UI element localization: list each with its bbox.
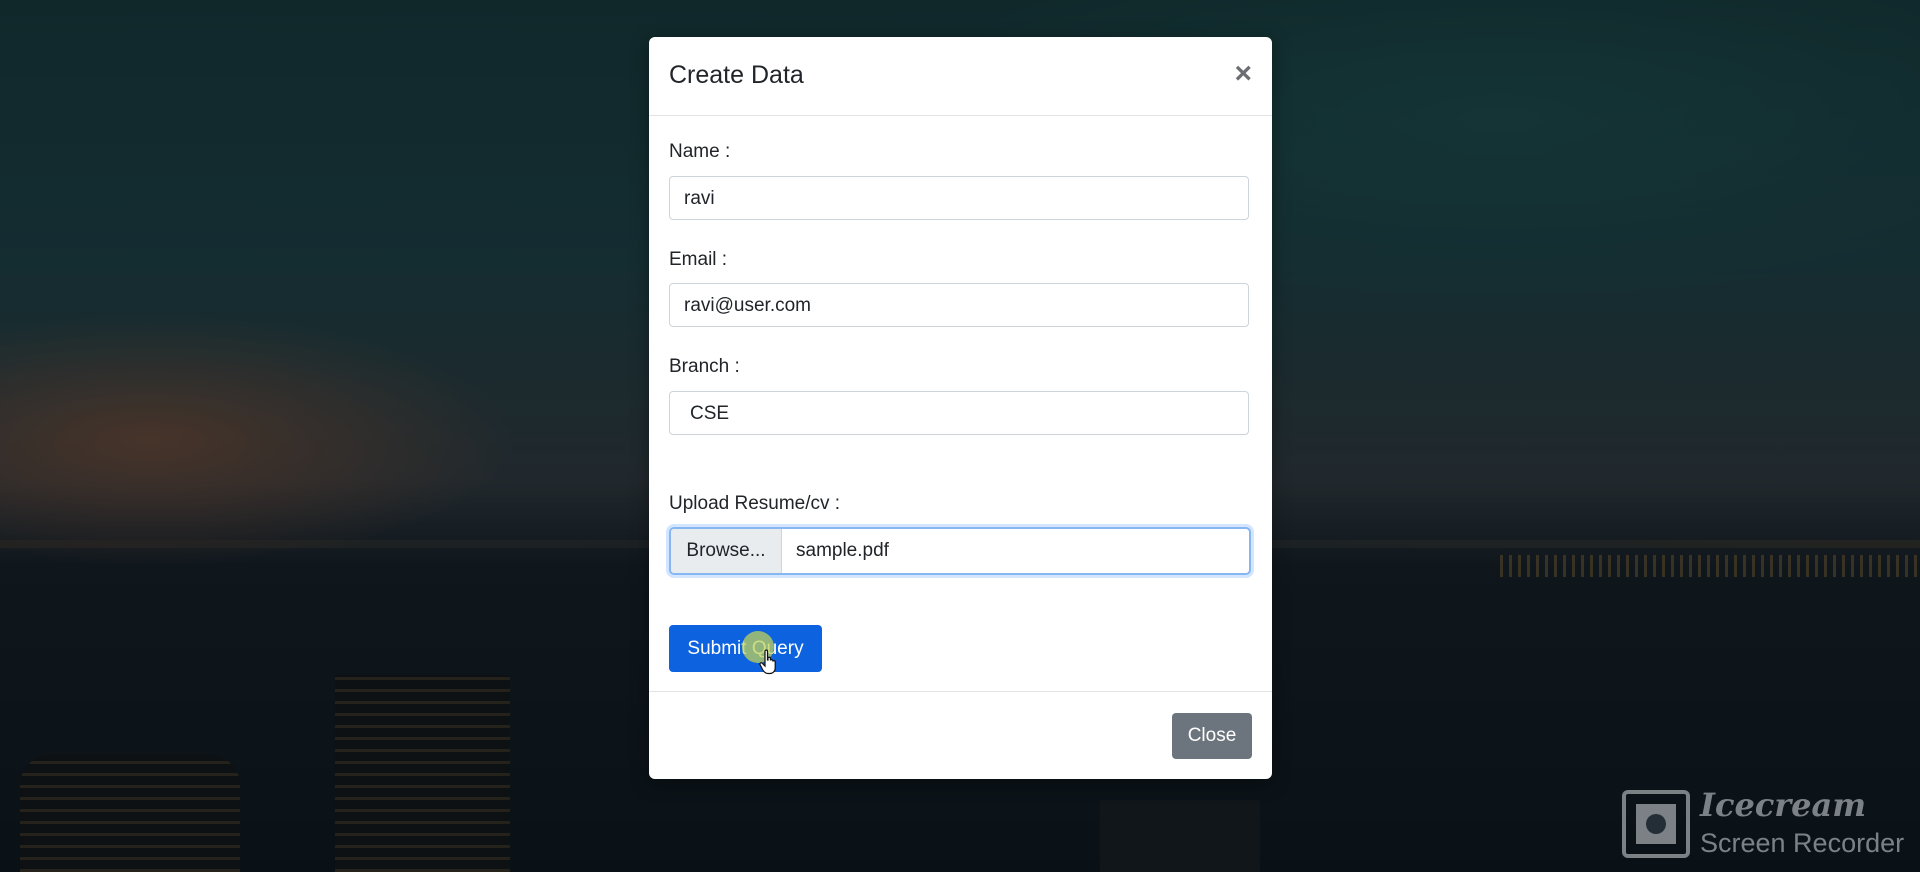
watermark-brand: Icecream: [1700, 786, 1867, 824]
email-input[interactable]: ravi@user.com: [669, 283, 1249, 327]
watermark-product: Screen Recorder: [1700, 828, 1905, 858]
name-input[interactable]: ravi: [669, 176, 1249, 220]
email-label: Email :: [669, 249, 728, 270]
modal-footer-divider: [649, 691, 1272, 692]
modal-header: Create Data ×: [649, 37, 1272, 116]
upload-label: Upload Resume/cv :: [669, 493, 841, 514]
branch-select[interactable]: CSE: [669, 391, 1249, 435]
browse-button[interactable]: Browse...: [671, 529, 782, 573]
branch-label: Branch :: [669, 356, 740, 377]
name-label: Name :: [669, 141, 731, 162]
hand-cursor-icon: [759, 649, 776, 675]
camera-icon: [1622, 790, 1690, 858]
create-data-modal: Create Data × Name : ravi Email : ravi@u…: [649, 37, 1272, 779]
selected-file-name: sample.pdf: [796, 540, 889, 561]
modal-title: Create Data: [669, 61, 804, 89]
close-icon[interactable]: ×: [1234, 59, 1252, 89]
close-button[interactable]: Close: [1172, 713, 1252, 759]
recorder-watermark: Icecream Screen Recorder: [1622, 786, 1912, 858]
resume-file-input[interactable]: Browse... sample.pdf: [669, 527, 1251, 575]
